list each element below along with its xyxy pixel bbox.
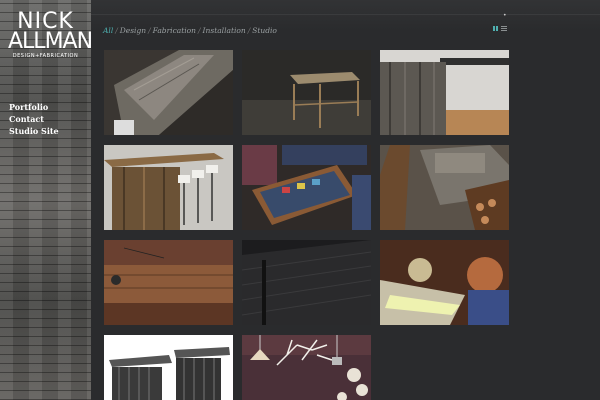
list-view-icon[interactable] [501, 26, 507, 31]
site-logo[interactable]: NICK ALLMAN DESIGN+FABRICATION [8, 11, 93, 60]
sidebar: NICK ALLMAN DESIGN+FABRICATION Portfolio… [0, 0, 93, 400]
grid-view-icon[interactable] [493, 26, 499, 31]
thumb-image [242, 50, 371, 135]
portfolio-thumb-dark-wall-panel[interactable] [242, 240, 371, 325]
logo-line-3: DESIGN+FABRICATION [12, 53, 79, 59]
thumb-image [380, 240, 509, 325]
portfolio-thumb-wood-bar-stools[interactable] [104, 145, 233, 230]
thumb-image [242, 240, 371, 325]
thumb-image [242, 335, 371, 400]
portfolio-thumb-parts-drawer[interactable] [242, 145, 371, 230]
portfolio-thumb-reclaimed-cabinet[interactable] [380, 50, 509, 135]
filter-separator: / [198, 26, 201, 35]
portfolio-thumb-steel-wood-table[interactable] [242, 50, 371, 135]
portfolio-thumb-branch-chandelier[interactable] [242, 335, 371, 400]
filter-separator: / [115, 26, 118, 35]
nav-item-contact[interactable]: Contact [9, 113, 59, 125]
portfolio-thumb-reclaimed-wood-trough[interactable] [104, 50, 233, 135]
portfolio-thumb-light-table-child[interactable] [380, 240, 509, 325]
thumb-image [380, 145, 509, 230]
filter-studio[interactable]: Studio [252, 26, 277, 35]
thumb-image [104, 335, 233, 400]
filter-design[interactable]: Design [120, 26, 146, 35]
portfolio-thumb-concrete-wood-detail[interactable] [380, 145, 509, 230]
category-filters: All / Design / Fabrication / Installation / Stud… [103, 26, 277, 35]
filter-all[interactable]: All [103, 26, 113, 35]
filter-installation[interactable]: Installation [203, 26, 246, 35]
thumb-image [242, 145, 371, 230]
logo-line-2: ALLMAN [8, 29, 93, 54]
top-marker: • [503, 12, 507, 19]
nav-item-portfolio[interactable]: Portfolio [9, 101, 59, 113]
main-nav: Portfolio Contact Studio Site [9, 101, 59, 137]
filter-separator: / [148, 26, 151, 35]
nav-item-studio-site[interactable]: Studio Site [9, 125, 59, 137]
filter-fabrication[interactable]: Fabrication [153, 26, 196, 35]
top-divider [91, 14, 600, 15]
view-toggle [493, 26, 507, 31]
portfolio-thumb-steel-benches[interactable] [104, 335, 233, 400]
filter-separator: / [247, 26, 251, 35]
main-content: • All / Design / Fabrication / Installation / St… [91, 0, 600, 400]
thumb-image [104, 50, 233, 135]
thumb-image [104, 145, 233, 230]
portfolio-thumb-wood-bench[interactable] [104, 240, 233, 325]
thumb-image [380, 50, 509, 135]
thumb-image [104, 240, 233, 325]
